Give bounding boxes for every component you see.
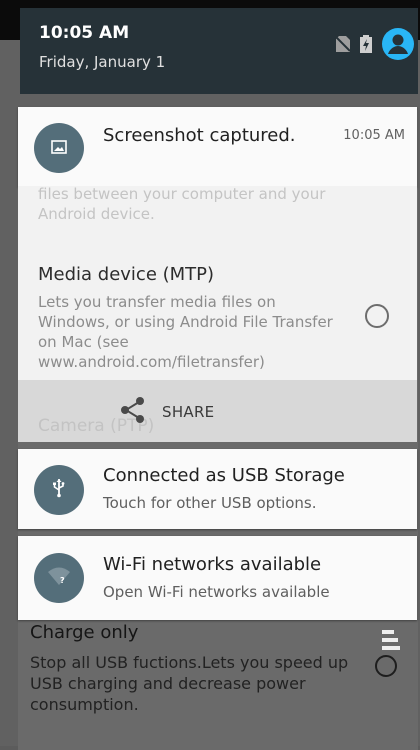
wifi-subtitle: Open Wi-Fi networks available [103,583,330,601]
usb-notification[interactable]: Connected as USB Storage Touch for other… [18,449,417,529]
usb-icon [52,478,66,502]
screenshot-time: 10:05 AM [343,128,405,143]
screenshot-app-icon [34,123,84,173]
preview-mtp-desc: Lets you transfer media files on Windows… [38,293,333,371]
charge-only-option-desc: Stop all USB fuctions.Lets you speed up … [30,653,349,714]
usb-app-icon [34,465,84,515]
share-icon [118,395,148,429]
clear-all-button[interactable] [374,630,404,684]
screenshot-notification[interactable]: Screenshot captured. 10:05 AM [18,107,417,187]
wifi-question-icon: ? [47,566,71,590]
share-label: SHARE [162,403,215,421]
screenshot-preview[interactable]: files between your computer and your And… [18,186,417,380]
notification-shade-header[interactable]: 10:05 AM Friday, January 1 [20,8,418,94]
preview-partial-text: files between your computer and your And… [38,186,326,223]
share-button[interactable]: SHARE [118,395,214,429]
image-icon [51,139,67,158]
date-label: Friday, January 1 [39,53,166,71]
no-sim-icon [335,36,351,56]
clear-all-icon [374,630,404,684]
preview-mtp-title: Media device (MTP) [38,264,215,285]
usb-title: Connected as USB Storage [103,465,345,486]
screenshot-action-bar: Camera (PTP) SHARE [18,380,417,442]
clock: 10:05 AM [39,23,130,43]
preview-mtp-radio [365,304,389,328]
screenshot-title: Screenshot captured. [103,125,296,146]
status-icons [335,28,414,64]
battery-charging-icon [360,35,372,57]
wifi-notification[interactable]: ? Wi-Fi networks available Open Wi-Fi ne… [18,536,417,620]
wifi-app-icon: ? [34,553,84,603]
usb-subtitle: Touch for other USB options. [103,494,317,512]
svg-text:?: ? [60,576,65,585]
user-avatar-icon[interactable] [382,28,414,64]
wifi-title: Wi-Fi networks available [103,554,322,575]
charge-only-option-title: Charge only [30,622,139,643]
